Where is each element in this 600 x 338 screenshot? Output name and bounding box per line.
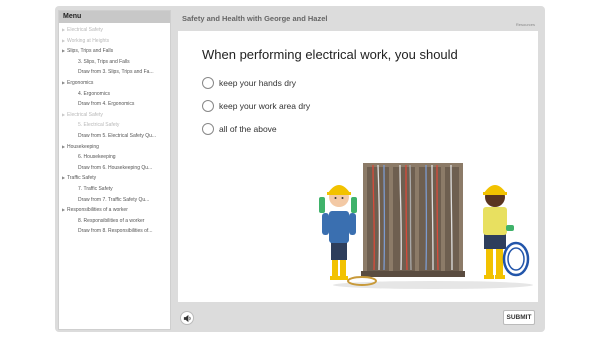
submit-button[interactable]: SUBMIT	[503, 310, 535, 325]
menu-item[interactable]: 7. Traffic Safety	[59, 184, 170, 195]
menu-item-label: Traffic Safety	[67, 175, 97, 182]
menu-item-label: Draw from 7. Traffic Safety Qu...	[78, 196, 150, 203]
question-text: When performing electrical work, you sho…	[202, 47, 458, 62]
menu-item[interactable]: ▶ Electrical Safety	[59, 110, 170, 121]
menu-item[interactable]: Draw from 7. Traffic Safety Qu...	[59, 195, 170, 206]
menu-sidebar: Menu ▶ Electrical Safety ▶ Working at Heigh…	[58, 10, 171, 330]
player-controls: SUBMIT	[176, 306, 539, 330]
menu-item[interactable]: ▶ Working at Heights	[59, 36, 170, 47]
menu-item-label: Responsibilities of a worker	[67, 207, 128, 214]
menu-item-label: Electrical Safety	[67, 27, 103, 33]
answer-option-2[interactable]: keep your work area dry	[202, 100, 310, 112]
menu-item[interactable]: ▶ Electrical Safety	[59, 25, 170, 36]
worker-hazel-illustration	[483, 185, 530, 279]
menu-list: ▶ Electrical Safety ▶ Working at Heights ▶ Sl…	[59, 23, 170, 237]
expand-triangle-icon[interactable]: ▶	[62, 25, 65, 36]
radio-button[interactable]	[202, 100, 214, 112]
expand-triangle-icon[interactable]: ▶	[62, 173, 65, 184]
option-label: keep your hands dry	[219, 78, 297, 88]
menu-item-label: Working at Heights	[67, 37, 110, 44]
menu-item-label: Draw from 4. Ergonomics	[78, 101, 135, 108]
menu-item[interactable]: ▶ Slips, Trips and Falls	[59, 46, 170, 57]
menu-item-label: Draw from 6. Housekeeping Qu...	[78, 164, 153, 171]
menu-item-label: 7. Traffic Safety	[78, 185, 113, 192]
menu-item[interactable]: 4. Ergonomics	[59, 89, 170, 100]
expand-triangle-icon[interactable]: ▶	[62, 205, 65, 216]
menu-item[interactable]: ▶ Traffic Safety	[59, 173, 170, 184]
answer-option-3[interactable]: all of the above	[202, 123, 277, 135]
menu-item-label: 5. Electrical Safety	[78, 122, 120, 129]
menu-header: Menu	[59, 11, 170, 23]
menu-item-label: Draw from 3. Slips, Trips and Fa...	[78, 69, 154, 76]
expand-triangle-icon[interactable]: ▶	[62, 110, 65, 121]
menu-item[interactable]: 3. Slips, Trips and Falls	[59, 57, 170, 68]
menu-item[interactable]: 6. Housekeeping	[59, 152, 170, 163]
expand-triangle-icon[interactable]: ▶	[62, 46, 65, 57]
radio-button[interactable]	[202, 123, 214, 135]
option-label: keep your work area dry	[219, 101, 311, 111]
electrical-panel-illustration	[347, 163, 465, 286]
menu-item-label: Slips, Trips and Falls	[67, 48, 114, 55]
electrical-work-illustration	[319, 163, 533, 289]
menu-item[interactable]: Draw from 8. Responsibilities of...	[59, 226, 170, 237]
radio-button[interactable]	[202, 77, 214, 89]
slide-content: When performing electrical work, you sho…	[178, 31, 538, 302]
menu-item-label: Draw from 5. Electrical Safety Qu...	[78, 132, 157, 139]
worker-george-illustration	[319, 185, 357, 280]
menu-item[interactable]: ▶ Responsibilities of a worker	[59, 205, 170, 216]
expand-triangle-icon[interactable]: ▶	[62, 36, 65, 47]
menu-item[interactable]: Draw from 4. Ergonomics	[59, 99, 170, 110]
menu-item[interactable]: ▶ Housekeeping	[59, 142, 170, 153]
menu-item[interactable]: 5. Electrical Safety	[59, 120, 170, 131]
speaker-icon[interactable]	[180, 311, 194, 325]
menu-item[interactable]: Draw from 5. Electrical Safety Qu...	[59, 131, 170, 142]
menu-item-label: Draw from 8. Responsibilities of...	[78, 228, 153, 235]
menu-item[interactable]: 8. Responsibilities of a worker	[59, 216, 170, 227]
answer-option-1[interactable]: keep your hands dry	[202, 77, 296, 89]
title-bar: Safety and Health with George and Hazel …	[176, 10, 539, 28]
menu-item-label: 8. Responsibilities of a worker	[78, 217, 145, 224]
menu-item[interactable]: Draw from 6. Housekeeping Qu...	[59, 163, 170, 174]
menu-item[interactable]: Draw from 3. Slips, Trips and Fa...	[59, 67, 170, 78]
option-label: all of the above	[219, 124, 277, 134]
resources-link[interactable]: Resources	[516, 22, 535, 27]
volume-icon	[183, 314, 191, 322]
menu-item-label: Ergonomics	[67, 79, 94, 86]
menu-item-label: Housekeeping	[67, 143, 99, 150]
expand-triangle-icon[interactable]: ▶	[62, 142, 65, 153]
menu-item[interactable]: ▶ Ergonomics	[59, 78, 170, 89]
menu-item-label: Electrical Safety	[67, 111, 103, 118]
menu-item-label: 6. Housekeeping	[78, 154, 116, 161]
course-title: Safety and Health with George and Hazel	[182, 14, 328, 23]
menu-item-label: 4. Ergonomics	[78, 90, 110, 97]
menu-item-label: 3. Slips, Trips and Falls	[78, 58, 130, 65]
expand-triangle-icon[interactable]: ▶	[62, 78, 65, 89]
